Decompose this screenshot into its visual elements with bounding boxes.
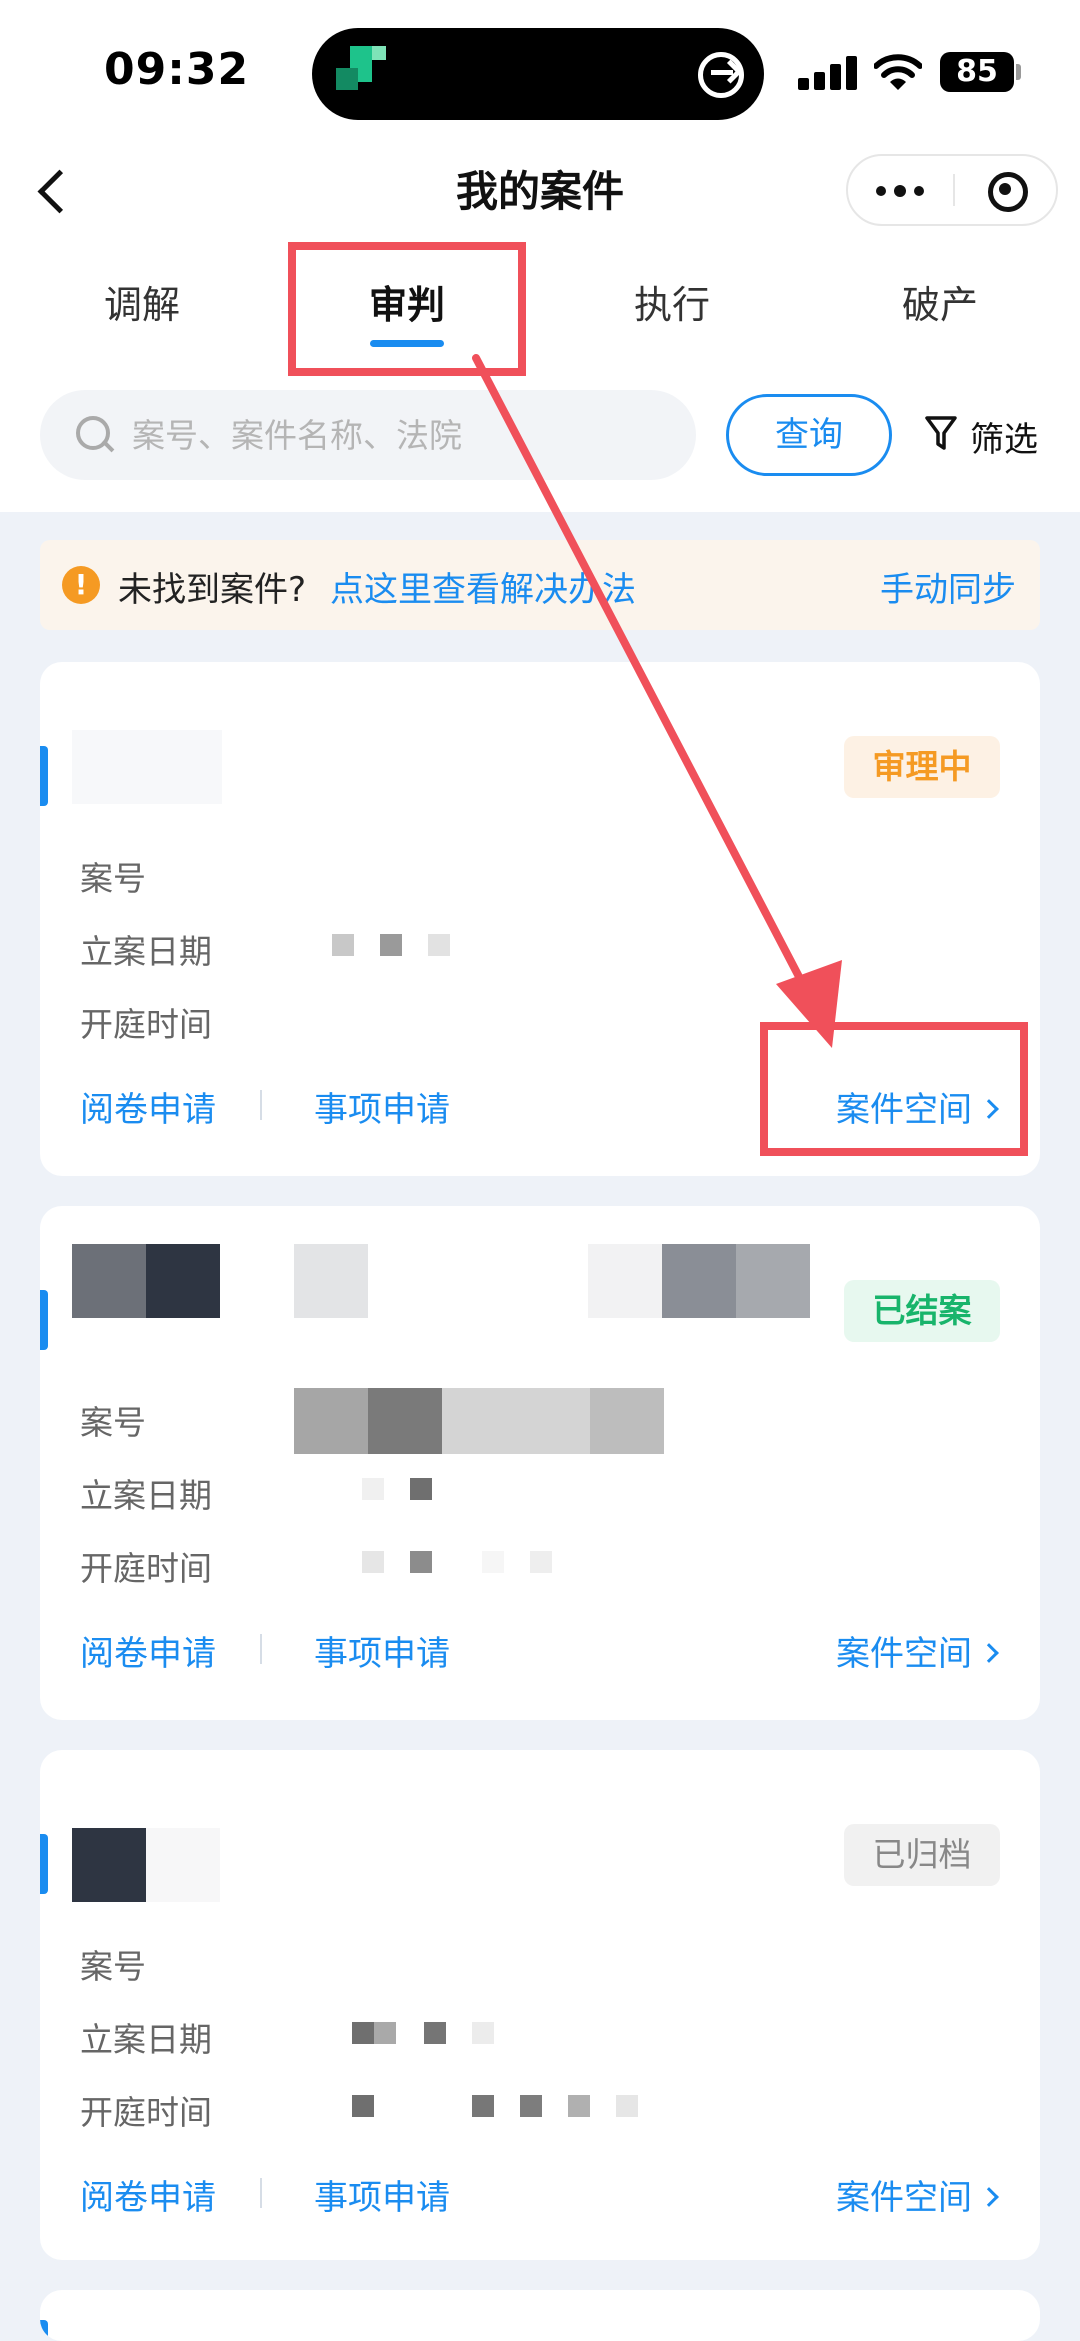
warning-icon: ! bbox=[62, 566, 100, 604]
case-space-link[interactable]: 案件空间 bbox=[836, 1626, 999, 1675]
notice-text: 未找到案件? bbox=[118, 570, 307, 610]
case-title-redacted bbox=[72, 1244, 832, 1318]
search-input[interactable] bbox=[132, 390, 672, 480]
case-space-label: 案件空间 bbox=[836, 2178, 972, 2218]
status-time: 09:32 bbox=[104, 44, 250, 95]
case-card[interactable]: 已归档 案号 立案日期 开庭时间 阅卷申请 事项申请 案件空间 bbox=[40, 1750, 1040, 2260]
card-accent-bar bbox=[40, 1834, 48, 1894]
wifi-icon bbox=[874, 54, 922, 90]
case-card[interactable] bbox=[40, 2290, 1040, 2341]
filing-date-label: 立案日期 bbox=[80, 932, 212, 971]
filter-label: 筛选 bbox=[970, 420, 1038, 460]
close-mini-program-icon[interactable] bbox=[956, 156, 1056, 224]
tab-mediation[interactable]: 调解 bbox=[42, 274, 242, 329]
hearing-time-label: 开庭时间 bbox=[80, 1005, 212, 1044]
hearing-time-label: 开庭时间 bbox=[80, 2093, 212, 2132]
matter-application-link[interactable]: 事项申请 bbox=[314, 2170, 450, 2219]
case-no-label: 案号 bbox=[80, 1403, 146, 1442]
chevron-right-icon bbox=[979, 1642, 999, 1663]
query-button[interactable]: 查询 bbox=[726, 394, 892, 476]
hearing-time-label: 开庭时间 bbox=[80, 1549, 212, 1588]
hearing-time-value-redacted bbox=[332, 2095, 732, 2125]
tab-trial[interactable]: 审判 bbox=[307, 274, 507, 329]
hearing-time-value-redacted bbox=[362, 1551, 762, 1581]
matter-application-link[interactable]: 事项申请 bbox=[314, 1082, 450, 1131]
active-tab-indicator bbox=[370, 340, 444, 347]
case-no-label: 案号 bbox=[80, 1947, 146, 1986]
case-no-value-redacted bbox=[294, 1388, 694, 1458]
notice-banner: ! 未找到案件? 点这里查看解决办法 手动同步 bbox=[40, 540, 1040, 630]
case-no-label: 案号 bbox=[80, 859, 146, 898]
back-button[interactable] bbox=[26, 158, 74, 222]
action-divider bbox=[260, 2178, 262, 2208]
mini-program-capsule bbox=[846, 154, 1058, 226]
matter-application-link[interactable]: 事项申请 bbox=[314, 1626, 450, 1675]
solution-link[interactable]: 点这里查看解决办法 bbox=[330, 562, 636, 611]
battery-level: 85 bbox=[940, 52, 1014, 92]
filter-button[interactable]: 筛选 bbox=[922, 408, 1068, 464]
case-space-label: 案件空间 bbox=[836, 1634, 972, 1674]
action-divider bbox=[260, 1090, 262, 1120]
app-logo-icon bbox=[336, 46, 392, 102]
filing-date-label: 立案日期 bbox=[80, 1476, 212, 1515]
status-badge: 已结案 bbox=[844, 1280, 1000, 1342]
card-accent-bar bbox=[40, 746, 48, 806]
case-title-redacted bbox=[72, 1828, 832, 1902]
manual-sync-button[interactable]: 手动同步 bbox=[880, 562, 1016, 611]
filter-icon bbox=[925, 416, 957, 450]
case-space-link[interactable]: 案件空间 bbox=[836, 2170, 999, 2219]
case-space-label: 案件空间 bbox=[836, 1090, 972, 1130]
filing-date-value-redacted bbox=[362, 1478, 762, 1508]
cellular-signal-icon bbox=[798, 56, 860, 90]
review-application-link[interactable]: 阅卷申请 bbox=[80, 1082, 216, 1131]
tab-bankruptcy[interactable]: 破产 bbox=[840, 274, 1040, 329]
review-application-link[interactable]: 阅卷申请 bbox=[80, 1626, 216, 1675]
chevron-right-icon bbox=[979, 1098, 999, 1119]
case-space-link[interactable]: 案件空间 bbox=[836, 1082, 999, 1131]
dynamic-island bbox=[312, 28, 764, 120]
status-badge: 已归档 bbox=[844, 1824, 1000, 1886]
filing-date-value-redacted bbox=[332, 934, 732, 964]
filing-date-label: 立案日期 bbox=[80, 2020, 212, 2059]
case-title-redacted bbox=[72, 730, 832, 804]
filing-date-value-redacted bbox=[332, 2022, 732, 2052]
search-bar bbox=[40, 390, 696, 480]
card-accent-bar bbox=[40, 2320, 48, 2341]
card-accent-bar bbox=[40, 1290, 48, 1350]
battery-tip bbox=[1016, 64, 1021, 80]
case-card[interactable]: 审理中 案号 立案日期 开庭时间 阅卷申请 事项申请 案件空间 bbox=[40, 662, 1040, 1176]
search-icon bbox=[74, 414, 114, 454]
case-card[interactable]: 已结案 案号 立案日期 开庭时间 阅卷申请 事项申请 案件空间 bbox=[40, 1206, 1040, 1720]
more-icon[interactable] bbox=[848, 156, 952, 224]
status-badge: 审理中 bbox=[844, 736, 1000, 798]
chevron-right-icon bbox=[979, 2186, 999, 2207]
review-application-link[interactable]: 阅卷申请 bbox=[80, 2170, 216, 2219]
action-divider bbox=[260, 1634, 262, 1664]
capsule-divider bbox=[953, 174, 955, 206]
exit-icon bbox=[698, 52, 744, 98]
tab-execution[interactable]: 执行 bbox=[572, 274, 772, 329]
